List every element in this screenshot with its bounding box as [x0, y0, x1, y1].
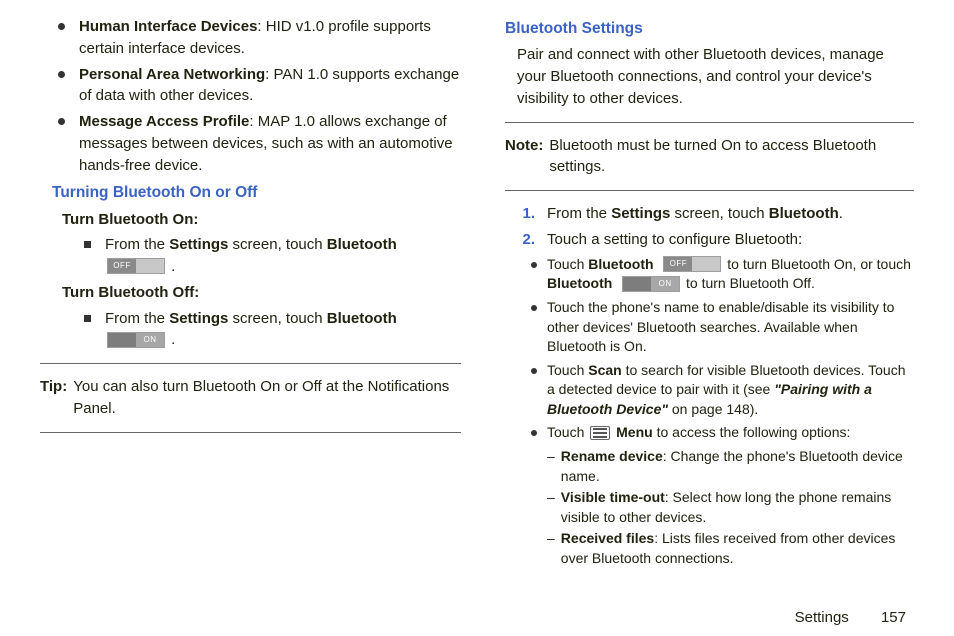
- bullet-icon: [531, 305, 537, 311]
- square-bullet-icon: [84, 315, 91, 322]
- square-bullet-icon: [84, 241, 91, 248]
- dash-text: Rename device: Change the phone's Blueto…: [561, 447, 914, 486]
- heading-turning-bt: Turning Bluetooth On or Off: [52, 182, 461, 204]
- toggle-on-icon: ON: [622, 276, 680, 292]
- dash-received-files: – Received files: Lists files received f…: [505, 529, 914, 568]
- note-label: Note:: [505, 135, 543, 157]
- heading-bt-settings: Bluetooth Settings: [505, 18, 914, 40]
- divider: [505, 122, 914, 123]
- step-text: From the Settings screen, touch Bluetoot…: [105, 234, 461, 278]
- sub-bullet-text: Touch Menu to access the following optio…: [547, 423, 850, 443]
- step-number: 1.: [517, 203, 535, 225]
- left-column: Human Interface Devices: HID v1.0 profil…: [24, 12, 477, 630]
- sub-bullet-text: Touch Bluetooth OFF to turn Bluetooth On…: [547, 255, 914, 294]
- step-turn-on: From the Settings screen, touch Bluetoot…: [40, 234, 461, 278]
- tip-label: Tip:: [40, 376, 67, 398]
- footer-page-number: 157: [881, 609, 906, 626]
- dash-rename: – Rename device: Change the phone's Blue…: [505, 447, 914, 486]
- bullet-text: Personal Area Networking: PAN 1.0 suppor…: [79, 64, 461, 108]
- step-text: From the Settings screen, touch Bluetoot…: [547, 203, 843, 225]
- dash-text: Visible time-out: Select how long the ph…: [561, 488, 914, 527]
- divider: [505, 190, 914, 191]
- step-text: From the Settings screen, touch Bluetoot…: [105, 308, 461, 352]
- bullet-pan: Personal Area Networking: PAN 1.0 suppor…: [40, 64, 461, 108]
- tip: Tip: You can also turn Bluetooth On or O…: [40, 376, 461, 420]
- bullet-hid: Human Interface Devices: HID v1.0 profil…: [40, 16, 461, 60]
- bullet-text: Message Access Profile: MAP 1.0 allows e…: [79, 111, 461, 176]
- toggle-off-icon: OFF: [107, 258, 165, 274]
- step-turn-off: From the Settings screen, touch Bluetoot…: [40, 308, 461, 352]
- bullet-icon: [531, 430, 537, 436]
- note-text: Bluetooth must be turned On to access Bl…: [549, 135, 914, 179]
- bullet-text: Human Interface Devices: HID v1.0 profil…: [79, 16, 461, 60]
- bullet-icon: [58, 118, 65, 125]
- sub-bullet-text: Touch Scan to search for visible Bluetoo…: [547, 361, 914, 420]
- intro-text: Pair and connect with other Bluetooth de…: [517, 44, 914, 109]
- bullet-bold: Human Interface Devices: [79, 18, 257, 35]
- bullet-icon: [58, 71, 65, 78]
- heading-turn-off: Turn Bluetooth Off:: [62, 282, 461, 304]
- page: Human Interface Devices: HID v1.0 profil…: [0, 0, 954, 636]
- right-column: Bluetooth Settings Pair and connect with…: [477, 12, 930, 630]
- menu-icon: [590, 426, 610, 440]
- sub-bullet-menu: Touch Menu to access the following optio…: [505, 423, 914, 443]
- bullet-map: Message Access Profile: MAP 1.0 allows e…: [40, 111, 461, 176]
- page-footer: Settings 157: [795, 609, 906, 626]
- footer-section: Settings: [795, 609, 849, 626]
- sub-bullet-visibility: Touch the phone's name to enable/disable…: [505, 298, 914, 357]
- toggle-on-icon: ON: [107, 332, 165, 348]
- note: Note: Bluetooth must be turned On to acc…: [505, 135, 914, 179]
- divider: [40, 363, 461, 364]
- sub-bullet-text: Touch the phone's name to enable/disable…: [547, 298, 914, 357]
- step-2: 2. Touch a setting to configure Bluetoot…: [505, 229, 914, 251]
- step-1: 1. From the Settings screen, touch Bluet…: [505, 203, 914, 225]
- dash-icon: –: [547, 447, 555, 467]
- dash-visible-timeout: – Visible time-out: Select how long the …: [505, 488, 914, 527]
- tip-text: You can also turn Bluetooth On or Off at…: [73, 376, 461, 420]
- divider: [40, 432, 461, 433]
- bullet-icon: [531, 262, 537, 268]
- dash-text: Received files: Lists files received fro…: [561, 529, 914, 568]
- toggle-off-icon: OFF: [663, 256, 721, 272]
- sub-bullet-toggle: Touch Bluetooth OFF to turn Bluetooth On…: [505, 255, 914, 294]
- dash-icon: –: [547, 488, 555, 508]
- bullet-icon: [531, 368, 537, 374]
- heading-turn-on: Turn Bluetooth On:: [62, 209, 461, 231]
- step-number: 2.: [517, 229, 535, 251]
- sub-bullet-scan: Touch Scan to search for visible Bluetoo…: [505, 361, 914, 420]
- bullet-bold: Message Access Profile: [79, 113, 249, 130]
- dash-icon: –: [547, 529, 555, 549]
- step-text: Touch a setting to configure Bluetooth:: [547, 229, 802, 251]
- bullet-bold: Personal Area Networking: [79, 66, 265, 83]
- bullet-icon: [58, 23, 65, 30]
